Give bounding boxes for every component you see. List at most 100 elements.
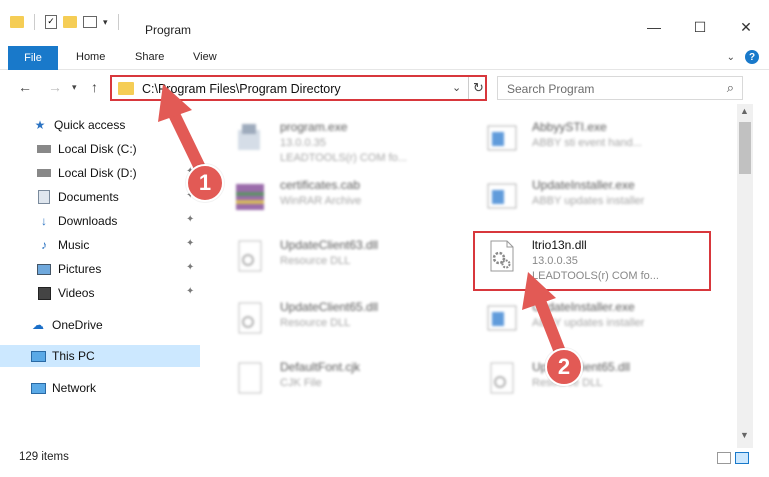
quick-access-toolbar: ✓ ▾ (10, 14, 123, 30)
step-badge-2: 2 (545, 348, 583, 386)
view-options-icon[interactable] (83, 16, 97, 28)
search-input[interactable]: Search Program (507, 82, 594, 96)
tab-view[interactable]: View (193, 51, 217, 63)
folder-icon (118, 82, 134, 95)
cloud-icon: ☁ (32, 318, 44, 332)
sidebar-item-label: OneDrive (52, 318, 103, 332)
details-view-icon[interactable] (717, 452, 731, 464)
dll-file-icon (238, 240, 262, 272)
title-bar: ✓ ▾ Program — ☐ ✕ (0, 0, 769, 40)
videos-icon (36, 285, 52, 301)
pin-icon[interactable]: ✦ (186, 142, 194, 153)
sidebar-item-local-disk-c[interactable]: Local Disk (C:) ✦ (0, 138, 200, 160)
up-icon[interactable]: ↑ (91, 79, 98, 95)
list-item[interactable]: UpdateClient65.dll Resource DLL (472, 352, 722, 406)
sidebar-item-network[interactable]: Network (0, 377, 200, 399)
sidebar-item-videos[interactable]: Videos ✦ (0, 282, 200, 304)
close-button[interactable]: ✕ (723, 14, 769, 40)
view-toggle (717, 452, 749, 464)
documents-icon (36, 189, 52, 205)
recent-locations-icon[interactable]: ▾ (72, 82, 77, 93)
vertical-scrollbar[interactable]: ▲ ▼ (737, 104, 753, 448)
properties-icon[interactable]: ✓ (45, 15, 57, 29)
sidebar-item-label: Pictures (58, 262, 102, 276)
file-description: ABBY updates installer (532, 317, 645, 329)
customize-toolbar-icon[interactable]: ▾ (103, 17, 108, 28)
list-item[interactable]: DefaultFont.cjk CJK File (220, 352, 470, 406)
folder-icon (10, 16, 24, 28)
file-name: certificates.cab (280, 178, 361, 192)
file-name: UpdateInstaller.exe (532, 300, 635, 314)
list-item[interactable]: AbbyySTI.exe ABBY sti event hand... (472, 112, 722, 166)
list-item[interactable]: UpdateInstaller.exe ABBY updates install… (472, 292, 722, 346)
list-item[interactable]: UpdateClient63.dll Resource DLL (220, 230, 470, 284)
expand-ribbon-icon[interactable]: ⌄ (727, 52, 735, 63)
window-title: Program (145, 23, 192, 37)
sidebar-item-onedrive[interactable]: ☁ OneDrive (0, 314, 200, 336)
minimize-button[interactable]: — (631, 14, 677, 40)
pin-icon[interactable]: ✦ (186, 286, 194, 297)
item-count: 129 items (19, 451, 69, 463)
file-name: UpdateClient65.dll (280, 300, 379, 314)
ribbon-right: ⌄ ? (727, 50, 759, 64)
file-type: Resource DLL (280, 317, 351, 329)
tiles-view-icon[interactable] (735, 452, 749, 464)
refresh-icon[interactable]: ↻ (473, 80, 484, 96)
window-controls: — ☐ ✕ (631, 14, 769, 40)
file-version: 13.0.0.35 (280, 137, 326, 149)
list-item[interactable]: program.exe 13.0.0.35 LEADTOOLS(r) COM f… (220, 112, 470, 166)
address-bar[interactable]: C:\Program Files\Program Directory ⌄ ↻ (110, 75, 487, 101)
scroll-thumb[interactable] (739, 122, 751, 174)
navigation-pane: ★ Quick access Local Disk (C:) ✦ Local D… (0, 108, 200, 446)
sidebar-item-music[interactable]: ♪ Music ✦ (0, 234, 200, 256)
sidebar-item-this-pc[interactable]: This PC (0, 345, 200, 367)
pin-icon[interactable]: ✦ (186, 214, 194, 225)
pictures-icon (36, 261, 52, 277)
search-icon[interactable]: ⌕ (727, 80, 734, 96)
toolbar-separator (34, 14, 35, 30)
sidebar-item-label: Music (58, 238, 90, 252)
sidebar-item-pictures[interactable]: Pictures ✦ (0, 258, 200, 280)
help-icon[interactable]: ? (745, 50, 759, 64)
sidebar-item-documents[interactable]: Documents ✦ (0, 186, 200, 208)
list-item[interactable]: UpdateInstaller.exe ABBY updates install… (472, 170, 722, 224)
tab-share[interactable]: Share (135, 51, 164, 63)
chevron-down-icon[interactable]: ⌄ (452, 81, 461, 94)
file-type: CJK File (280, 377, 322, 389)
list-item[interactable]: UpdateClient65.dll Resource DLL (220, 292, 470, 346)
address-path[interactable]: C:\Program Files\Program Directory (142, 82, 341, 96)
tab-file[interactable]: File (8, 46, 58, 70)
new-folder-icon[interactable] (63, 16, 77, 28)
scroll-down-icon[interactable]: ▼ (740, 430, 749, 440)
back-icon[interactable]: ← (18, 79, 32, 95)
star-icon: ★ (34, 118, 46, 132)
list-item[interactable]: certificates.cab WinRAR Archive (220, 170, 470, 224)
music-icon: ♪ (41, 238, 47, 252)
maximize-button[interactable]: ☐ (677, 14, 723, 40)
sidebar-item-label: Network (52, 381, 97, 395)
search-box[interactable]: Search Program ⌕ (497, 76, 743, 100)
file-description: ABBY sti event hand... (532, 137, 642, 149)
exe-file-icon (238, 124, 260, 150)
file-name: DefaultFont.cjk (280, 360, 361, 374)
dll-file-icon (490, 362, 514, 394)
sidebar-item-quick-access[interactable]: ★ Quick access (0, 114, 200, 136)
application-icon (487, 305, 517, 331)
sidebar-item-label: Videos (58, 286, 95, 300)
address-separator (468, 77, 469, 99)
ribbon: File Home Share View ⌄ ? (0, 46, 769, 70)
pin-icon[interactable]: ✦ (186, 238, 194, 249)
sidebar-item-local-disk-d[interactable]: Local Disk (D:) ✦ (0, 162, 200, 184)
sidebar-item-label: Documents (58, 190, 119, 204)
scroll-up-icon[interactable]: ▲ (740, 106, 749, 116)
network-icon (30, 380, 46, 396)
file-type: Resource DLL (280, 255, 351, 267)
tab-home[interactable]: Home (76, 51, 105, 63)
pin-icon[interactable]: ✦ (186, 262, 194, 273)
sidebar-item-label: Local Disk (C:) (58, 142, 137, 156)
file-type: WinRAR Archive (280, 195, 362, 207)
sidebar-item-downloads[interactable]: ↓ Downloads ✦ (0, 210, 200, 232)
file-name: UpdateClient63.dll (280, 238, 379, 252)
forward-icon[interactable]: → (48, 79, 62, 95)
file-description: ABBY updates installer (532, 195, 645, 207)
